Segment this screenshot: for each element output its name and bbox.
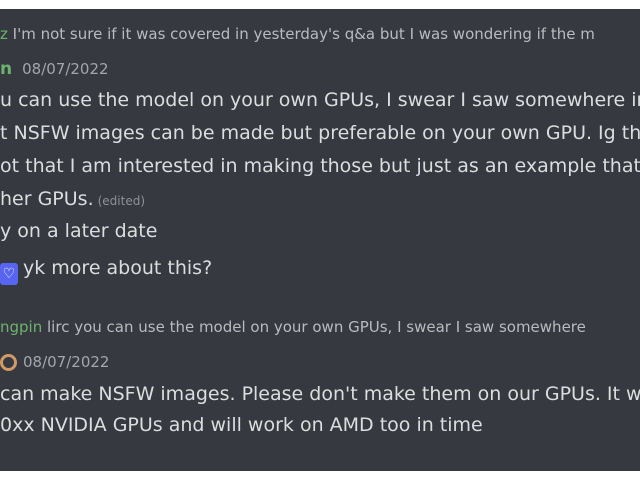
message-line: ot that I am interested in making those … — [0, 155, 640, 177]
message-line: u can use the model on your own GPUs, I … — [0, 89, 640, 111]
reply-author[interactable]: ngpin — [0, 318, 42, 336]
message-line: can make NSFW images. Please don't make … — [0, 383, 640, 405]
heart-emoji-icon: ♡ — [0, 263, 18, 285]
reply-text: lirc you can use the model on your own G… — [47, 318, 586, 336]
message-2: y on a later date — [0, 220, 158, 242]
message-line: t NSFW images can be made but preferable… — [0, 122, 640, 144]
message-header-2: 08/07/2022 — [0, 352, 109, 372]
avatar-ring-icon[interactable] — [0, 354, 17, 371]
message-text: her GPUs. — [0, 188, 94, 210]
chat-window: z I'm not sure if it was covered in yest… — [0, 9, 640, 471]
edited-label: (edited) — [97, 194, 146, 208]
reply-preview-1[interactable]: z I'm not sure if it was covered in yest… — [0, 25, 595, 43]
reply-preview-2[interactable]: ngpin lirc you can use the model on your… — [0, 318, 586, 336]
message-line-edited: her GPUs. (edited) — [0, 188, 145, 210]
reply-author[interactable]: z — [0, 25, 8, 43]
timestamp: 08/07/2022 — [23, 353, 110, 371]
message-line: 0xx NVIDIA GPUs and will work on AMD too… — [0, 414, 483, 436]
timestamp: 08/07/2022 — [22, 60, 109, 78]
reply-text: I'm not sure if it was covered in yester… — [12, 25, 595, 43]
message-header-1: n 08/07/2022 — [0, 59, 109, 79]
message-3: ♡ yk more about this? — [0, 257, 212, 285]
username[interactable]: n — [0, 59, 12, 79]
message-text: yk more about this? — [23, 257, 213, 279]
